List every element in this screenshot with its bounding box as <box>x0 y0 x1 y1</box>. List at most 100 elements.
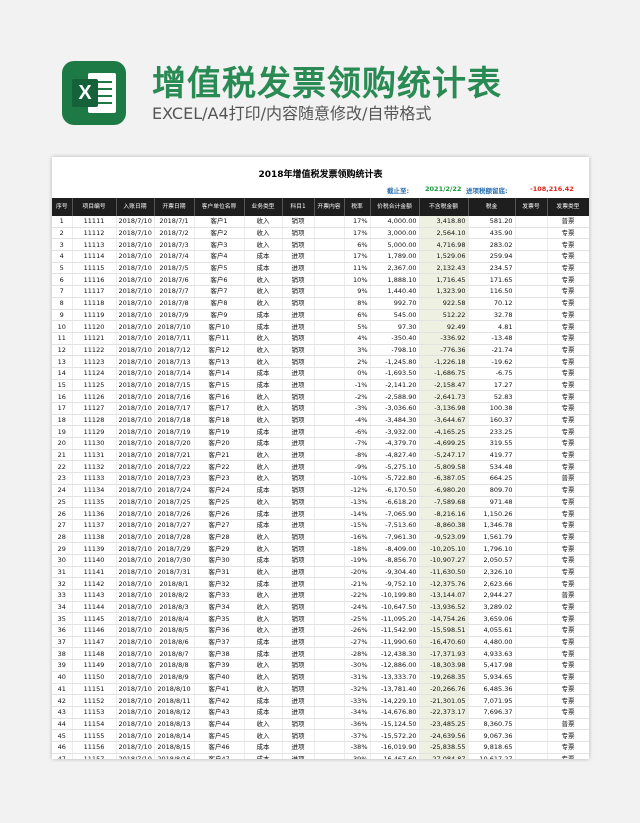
table-cell-col-tax-rate: -6% <box>344 425 371 439</box>
table-cell-col-entry-date: 2018/7/10 <box>116 344 155 357</box>
table-cell-col-entry-date: 2018/7/10 <box>116 367 155 380</box>
table-cell-col-invoice-date: 2018/7/30 <box>154 554 195 567</box>
table-cell-col-project-no: 11144 <box>72 601 117 614</box>
table-cell-col-entry-date: 2018/7/10 <box>116 262 155 275</box>
table-cell-col-project-no: 11111 <box>72 216 117 228</box>
table-cell-col-net-amount: -14,754.26 <box>419 612 469 626</box>
table-cell-col-invoice-type: 专票 <box>547 531 589 544</box>
table-cell-col-invoice-date: 2018/7/16 <box>154 390 195 403</box>
table-cell-col-customer: 客户25 <box>194 496 245 509</box>
table-cell-col-content <box>314 577 345 590</box>
table-cell-col-gross-amount: 1,789.00 <box>370 250 420 263</box>
table-cell-col-entry-date: 2018/7/10 <box>116 753 155 759</box>
table-cell-col-invoice-no <box>515 460 548 474</box>
table-cell-col-gross-amount: -11,542.90 <box>370 624 420 637</box>
table-row: 12 11122 2018/7/10 2018/7/12 客户12 收入 销项 3% -798.… <box>52 344 589 357</box>
table-cell-col-net-amount: -3,136.98 <box>419 402 469 415</box>
table-cell-col-account: 销项 <box>282 297 315 310</box>
table-cell-col-invoice-type: 专票 <box>547 227 589 240</box>
table-cell-col-invoice-date: 2018/8/8 <box>154 659 195 672</box>
table-cell-col-seq: 23 <box>52 472 73 485</box>
table-cell-col-customer: 客户9 <box>194 309 245 322</box>
table-cell-col-business-type: 成本 <box>244 647 283 661</box>
table-cell-col-content <box>314 437 345 450</box>
table-cell-col-account: 销项 <box>282 612 315 626</box>
column-header-col-project-no: 项目编号 <box>72 198 117 216</box>
table-cell-col-net-amount: -1,686.75 <box>419 367 469 380</box>
table-cell-col-invoice-no <box>515 636 548 649</box>
table-cell-col-invoice-type: 专票 <box>547 729 589 742</box>
table-cell-col-tax-rate: 9% <box>344 285 371 298</box>
table-row: 42 11152 2018/7/10 2018/8/11 客户42 成本 进项 -33% -14… <box>52 694 589 707</box>
table-row: 38 11148 2018/7/10 2018/8/7 客户38 成本 进项 -28% -12,… <box>52 647 589 661</box>
table-cell-col-entry-date: 2018/7/10 <box>116 601 155 614</box>
table-cell-col-project-no: 11153 <box>72 706 117 719</box>
table-cell-col-invoice-no <box>515 671 548 684</box>
table-cell-col-seq: 40 <box>52 671 73 684</box>
table-cell-col-business-type: 成本 <box>244 636 283 649</box>
table-cell-col-business-type: 收入 <box>244 601 283 614</box>
table-cell-col-invoice-type: 专票 <box>547 367 589 380</box>
table-cell-col-invoice-type: 专票 <box>547 238 589 252</box>
table-cell-col-content <box>314 659 345 672</box>
table-cell-col-business-type: 收入 <box>244 683 283 696</box>
table-cell-col-content <box>314 729 345 742</box>
table-cell-col-invoice-no <box>515 320 548 333</box>
table-cell-col-tax: 1,346.78 <box>468 519 516 532</box>
table-cell-col-net-amount: -27,084.87 <box>419 753 469 759</box>
table-cell-col-invoice-type: 专票 <box>547 542 589 555</box>
table-cell-col-tax: 4,055.61 <box>468 624 516 637</box>
table-cell-col-content <box>314 297 345 310</box>
table-cell-col-gross-amount: -10,647.50 <box>370 601 420 614</box>
table-cell-col-seq: 7 <box>52 285 73 298</box>
table-cell-col-gross-amount: 3,000.00 <box>370 227 420 240</box>
table-cell-col-invoice-date: 2018/8/15 <box>154 741 195 754</box>
table-cell-col-invoice-date: 2018/7/26 <box>154 507 195 520</box>
table-cell-col-invoice-no <box>515 227 548 240</box>
table-cell-col-project-no: 11112 <box>72 227 117 240</box>
table-cell-col-invoice-type: 专票 <box>547 566 589 579</box>
table-cell-col-account: 进项 <box>282 519 315 532</box>
table-cell-col-gross-amount: -8,856.70 <box>370 554 420 567</box>
table-cell-col-invoice-type: 专票 <box>547 554 589 567</box>
table-cell-col-entry-date: 2018/7/10 <box>116 542 155 555</box>
table-cell-col-tax-rate: -2% <box>344 390 371 403</box>
table-cell-col-project-no: 11120 <box>72 320 117 333</box>
table-cell-col-seq: 37 <box>52 636 73 649</box>
table-cell-col-tax: 9,818.65 <box>468 741 516 754</box>
table-cell-col-business-type: 收入 <box>244 273 283 287</box>
table-cell-col-content <box>314 425 345 439</box>
table-cell-col-gross-amount: -11,990.60 <box>370 636 420 649</box>
table-cell-col-account: 进项 <box>282 460 315 474</box>
table-cell-col-invoice-type: 专票 <box>547 647 589 661</box>
table-cell-col-account: 进项 <box>282 706 315 719</box>
table-cell-col-invoice-type: 专票 <box>547 624 589 637</box>
table-cell-col-content <box>314 753 345 759</box>
table-cell-col-business-type: 成本 <box>244 320 283 333</box>
table-cell-col-project-no: 11156 <box>72 741 117 754</box>
table-cell-col-tax-rate: -25% <box>344 612 371 626</box>
table-cell-col-invoice-date: 2018/8/4 <box>154 612 195 626</box>
table-cell-col-entry-date: 2018/7/10 <box>116 449 155 462</box>
table-cell-col-customer: 客户6 <box>194 273 245 287</box>
table-cell-col-content <box>314 414 345 427</box>
table-cell-col-seq: 21 <box>52 449 73 462</box>
table-cell-col-tax-rate: -32% <box>344 683 371 696</box>
table-cell-col-invoice-date: 2018/7/25 <box>154 496 195 509</box>
table-cell-col-net-amount: -12,375.76 <box>419 577 469 590</box>
table-cell-col-tax-rate: -19% <box>344 554 371 567</box>
table-cell-col-customer: 客户13 <box>194 355 245 368</box>
table-cell-col-entry-date: 2018/7/10 <box>116 332 155 345</box>
table-cell-col-tax: 233.25 <box>468 425 516 439</box>
table-cell-col-tax: 809.70 <box>468 484 516 497</box>
table-cell-col-invoice-no <box>515 589 548 602</box>
table-cell-col-tax: 8,360.75 <box>468 718 516 731</box>
table-cell-col-tax-rate: 4% <box>344 332 371 345</box>
table-cell-col-project-no: 11117 <box>72 285 117 298</box>
table-cell-col-tax: 7,071.95 <box>468 694 516 707</box>
table-cell-col-invoice-date: 2018/7/9 <box>154 309 195 322</box>
table-cell-col-content <box>314 601 345 614</box>
table-row: 9 11119 2018/7/10 2018/7/9 客户9 成本 进项 6% 545.00 51… <box>52 309 589 322</box>
table-cell-col-project-no: 11124 <box>72 367 117 380</box>
table-cell-col-net-amount: -2,158.47 <box>419 379 469 392</box>
